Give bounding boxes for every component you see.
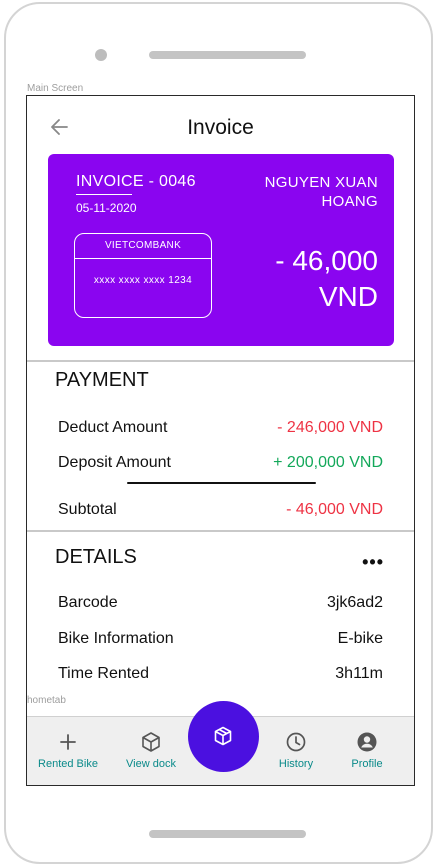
deposit-amount-value: + 200,000 VND xyxy=(273,454,383,471)
tab-view-dock[interactable]: View dock xyxy=(111,717,191,785)
invoice-date: 05-11-2020 xyxy=(76,201,137,215)
home-indicator xyxy=(149,830,306,838)
scan-fab-button[interactable] xyxy=(188,701,259,772)
subtotal-label: Subtotal xyxy=(58,501,117,518)
tab-history[interactable]: History xyxy=(256,717,336,785)
invoice-amount-currency: VND xyxy=(318,281,378,312)
deduct-amount-label: Deduct Amount xyxy=(58,419,168,436)
invoice-number-underline xyxy=(76,194,132,195)
tab-profile[interactable]: Profile xyxy=(327,717,407,785)
details-title: DETAILS xyxy=(55,546,137,568)
frame-label-tab: hometab xyxy=(27,695,66,706)
bank-card-divider xyxy=(75,258,211,259)
invoice-amount-value: - 46,000 xyxy=(275,245,378,276)
bank-name: VIETCOMBANK xyxy=(104,240,182,251)
time-rented-label: Time Rented xyxy=(58,665,149,682)
tab-label: Profile xyxy=(351,758,383,770)
frame-label-main: Main Screen xyxy=(27,83,84,94)
bike-information-label: Bike Information xyxy=(58,630,174,647)
bike-information-value: E-bike xyxy=(337,630,383,647)
invoice-card: INVOICE - 0046 05-11-2020 NGUYEN XUAN HO… xyxy=(48,154,394,346)
customer-name: NGUYEN XUAN HOANG xyxy=(264,174,378,210)
invoice-screen: Invoice INVOICE - 0046 05-11-2020 NGUYEN… xyxy=(26,95,415,786)
payment-title: PAYMENT xyxy=(55,369,149,391)
subtotal-value: - 46,000 VND xyxy=(286,501,383,518)
invoice-amount: - 46,000 VND xyxy=(275,243,378,315)
tab-label: Rented Bike xyxy=(38,758,98,770)
payment-total-line xyxy=(127,482,316,484)
header: Invoice xyxy=(27,96,414,154)
deduct-amount-value: - 246,000 VND xyxy=(277,419,383,436)
tab-label: View dock xyxy=(126,758,176,770)
box-icon xyxy=(214,726,232,746)
time-rented-value: 3h11m xyxy=(335,665,383,682)
barcode-value: 3jk6ad2 xyxy=(326,594,383,611)
more-options-button[interactable]: ••• xyxy=(362,552,384,573)
page-title: Invoice xyxy=(187,116,254,139)
deposit-amount-label: Deposit Amount xyxy=(58,454,171,471)
invoice-number: INVOICE - 0046 xyxy=(76,173,196,190)
divider xyxy=(27,360,414,362)
tab-rented-bike[interactable]: Rented Bike xyxy=(28,717,108,785)
card-number: xxxx xxxx xxxx 1234 xyxy=(93,275,193,286)
clock-icon xyxy=(286,732,306,752)
speaker-bar xyxy=(149,51,306,59)
bank-card: VIETCOMBANK xxxx xxxx xxxx 1234 xyxy=(74,233,212,318)
camera-dot xyxy=(95,49,107,61)
cube-icon xyxy=(142,732,160,752)
divider xyxy=(27,530,414,532)
user-circle-icon xyxy=(357,732,377,752)
tab-label: History xyxy=(278,758,314,770)
barcode-label: Barcode xyxy=(58,594,118,611)
plus-icon xyxy=(60,734,76,750)
